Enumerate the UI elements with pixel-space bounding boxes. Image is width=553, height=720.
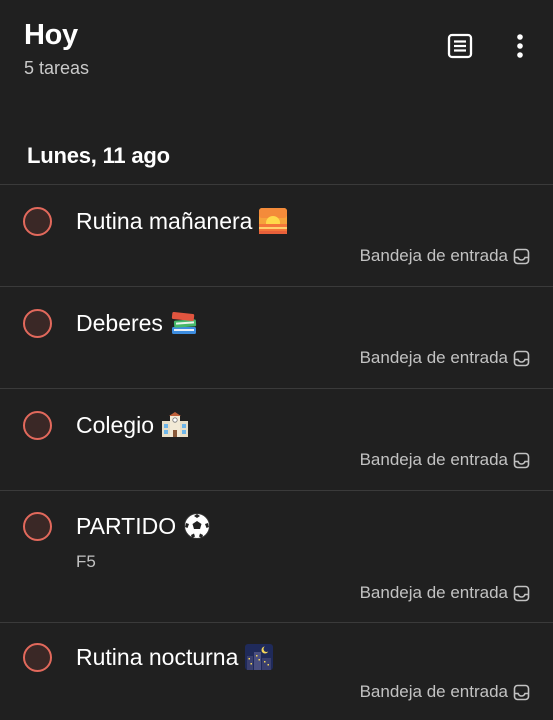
complete-checkbox[interactable] <box>23 411 52 440</box>
task-item[interactable]: PARTIDO F5 Bandeja de entrada <box>0 491 553 623</box>
task-item[interactable]: Rutina mañanera Bandeja de entrada <box>0 185 553 287</box>
task-project: Bandeja de entrada <box>360 246 530 266</box>
task-title: Colegio <box>76 411 190 441</box>
top-app-bar: Hoy 5 tareas <box>0 0 553 110</box>
task-project: Bandeja de entrada <box>360 682 530 702</box>
night-city-emoji <box>245 643 274 670</box>
task-project: Bandeja de entrada <box>360 348 530 368</box>
view-options-button[interactable] <box>440 26 480 66</box>
inbox-icon <box>513 248 530 264</box>
soccer-ball-emoji <box>184 512 211 539</box>
task-project: Bandeja de entrada <box>360 450 530 470</box>
complete-checkbox[interactable] <box>23 643 52 672</box>
task-project: Bandeja de entrada <box>360 583 530 603</box>
date-section-header: Lunes, 11 ago <box>27 143 170 168</box>
task-count: 5 tareas <box>24 58 90 78</box>
inbox-icon <box>513 684 530 700</box>
more-options-button[interactable] <box>500 26 540 66</box>
task-title: Rutina mañanera <box>76 207 288 237</box>
books-emoji <box>171 311 197 334</box>
complete-checkbox[interactable] <box>23 309 52 338</box>
more-vertical-icon <box>517 34 523 58</box>
inbox-icon <box>513 350 530 366</box>
inbox-icon <box>513 452 530 468</box>
task-item[interactable]: Colegio Bandeja de entrada <box>0 389 553 491</box>
page-title: Hoy <box>24 19 78 51</box>
task-title: Deberes <box>76 309 199 339</box>
task-description: F5 <box>76 552 96 571</box>
complete-checkbox[interactable] <box>23 512 52 541</box>
today-screen: Hoy 5 tareas Lunes, 11 ago Rutina mañane… <box>0 0 553 720</box>
task-title: Rutina nocturna <box>76 643 274 673</box>
task-title: PARTIDO <box>76 512 212 542</box>
school-emoji <box>162 411 188 437</box>
task-item[interactable]: Rutina nocturna Bandeja de entrada <box>0 623 553 720</box>
sunrise-emoji <box>259 207 288 234</box>
complete-checkbox[interactable] <box>23 207 52 236</box>
task-item[interactable]: Deberes Bandeja de entrada <box>0 287 553 389</box>
inbox-icon <box>513 585 530 601</box>
view-list-icon <box>447 33 473 59</box>
